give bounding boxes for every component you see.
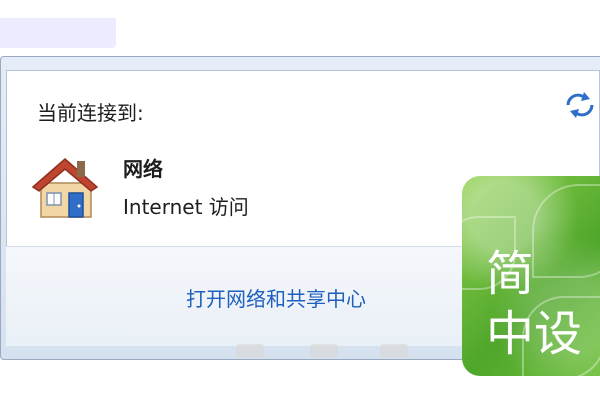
house-icon — [31, 158, 99, 218]
open-network-sharing-center-link[interactable]: 打开网络和共享中心 — [186, 283, 366, 312]
connected-to-label: 当前连接到: — [37, 101, 144, 125]
watermark-text: 简 — [486, 246, 535, 302]
watermark-logo: 简 中设 — [462, 176, 600, 376]
network-access-status: Internet 访问 — [123, 195, 249, 219]
leaf-decoration — [532, 184, 600, 278]
watermark-text: 中设 — [486, 306, 583, 362]
refresh-arrows-icon[interactable] — [562, 87, 598, 123]
taskbar-ghost-icon — [236, 344, 264, 358]
taskbar-ghost-icon — [310, 344, 338, 358]
desktop-strip — [0, 18, 116, 48]
taskbar-ghost-icon — [380, 344, 408, 358]
network-name: 网络 — [123, 157, 163, 181]
network-entry[interactable]: 网络 Internet 访问 — [27, 149, 447, 229]
